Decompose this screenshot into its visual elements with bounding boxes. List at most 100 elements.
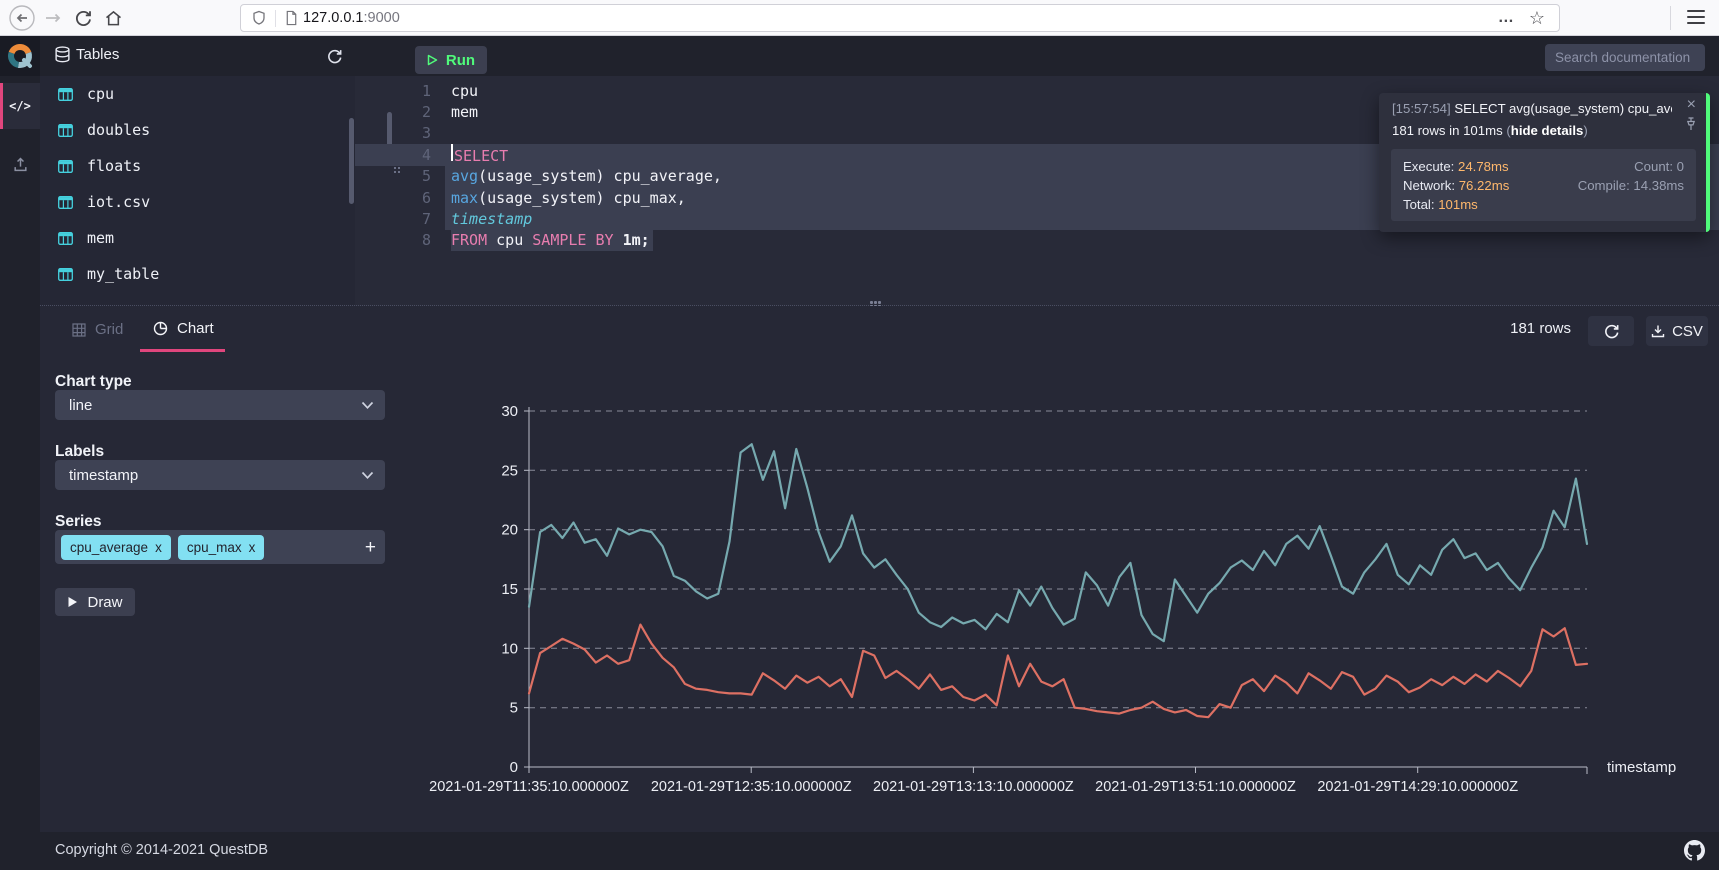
play-icon <box>67 596 78 608</box>
y-axis-label: 0 <box>510 759 518 776</box>
rows-count: 181 rows <box>1490 314 1571 344</box>
chart-type-select[interactable]: line <box>55 390 385 420</box>
labels-select[interactable]: timestamp <box>55 460 385 490</box>
table-row[interactable]: floats <box>40 148 355 184</box>
chip-remove-icon[interactable]: x <box>249 540 256 555</box>
url-port: :9000 <box>363 10 399 26</box>
table-icon <box>58 232 73 245</box>
page-icon[interactable] <box>284 10 299 26</box>
refresh-icon <box>1603 323 1620 340</box>
url-host: 127.0.0.1 <box>303 10 363 26</box>
text-caret <box>451 144 453 161</box>
x-axis-label: 2021-01-29T13:13:10.000000Z <box>873 779 1074 795</box>
x-axis-label: 2021-01-29T13:51:10.000000Z <box>1095 779 1296 795</box>
table-row[interactable]: iot.csv <box>40 184 355 220</box>
back-button[interactable] <box>8 4 36 32</box>
active-tab-underline <box>140 349 225 352</box>
table-name: my_table <box>87 265 159 283</box>
y-axis-label: 30 <box>501 403 518 420</box>
back-icon <box>8 4 36 32</box>
table-row[interactable]: my_table <box>40 256 355 292</box>
upload-icon <box>12 156 29 173</box>
line-number: 7 <box>355 208 445 229</box>
table-name: mem <box>87 229 114 247</box>
table-row[interactable]: doubles <box>40 112 355 148</box>
compile-value: 14.38ms <box>1633 178 1684 193</box>
home-icon <box>103 8 124 29</box>
x-axis-label: 2021-01-29T12:35:10.000000Z <box>651 779 852 795</box>
add-series-button[interactable]: + <box>365 538 376 557</box>
grid-icon <box>72 323 86 337</box>
copyright-text: Copyright © 2014-2021 QuestDB <box>55 842 268 858</box>
tab-chart[interactable]: Chart <box>153 320 214 337</box>
home-button[interactable] <box>102 7 124 29</box>
database-icon <box>54 46 71 63</box>
csv-button[interactable]: CSV <box>1646 316 1708 346</box>
series-box[interactable]: cpu_average x cpu_max x + <box>55 530 385 564</box>
table-icon <box>58 196 73 209</box>
notification-query: [15:57:54] SELECT avg(usage_system) cpu_… <box>1392 101 1672 116</box>
chip-remove-icon[interactable]: x <box>155 540 162 555</box>
chevron-down-icon <box>361 471 374 480</box>
chart-type-label: Chart type <box>55 373 132 391</box>
search-docs-input[interactable] <box>1545 44 1705 71</box>
url-bar[interactable]: 127.0.0.1:9000 … ☆ <box>240 4 1560 32</box>
notification-close-icon[interactable]: × <box>1687 97 1696 113</box>
tab-grid[interactable]: Grid <box>72 321 123 338</box>
table-icon <box>58 268 73 281</box>
page-actions-icon[interactable]: … <box>1498 9 1515 27</box>
sidebar-item-console[interactable]: </> <box>0 83 40 129</box>
shield-icon[interactable] <box>251 10 267 26</box>
github-link[interactable] <box>1684 840 1705 866</box>
table-row[interactable]: mem <box>40 220 355 256</box>
sidebar-item-import[interactable] <box>0 144 40 184</box>
line-number: 8 <box>355 230 445 251</box>
url-text[interactable]: 127.0.0.1:9000 <box>303 10 400 26</box>
reload-button[interactable] <box>72 7 94 29</box>
questdb-logo[interactable] <box>0 36 40 76</box>
series-chip[interactable]: cpu_max x <box>178 535 265 560</box>
pin-icon[interactable] <box>1685 117 1697 131</box>
forward-button[interactable] <box>42 7 64 29</box>
side-rail: </> <box>0 76 40 832</box>
table-row[interactable]: cpu <box>40 76 355 112</box>
x-axis-label: 2021-01-29T14:29:10.000000Z <box>1317 779 1518 795</box>
bookmark-star-icon[interactable]: ☆ <box>1529 8 1545 29</box>
menu-icon[interactable] <box>1687 10 1705 24</box>
code-line[interactable]: 8FROM cpu SAMPLE BY 1m; <box>355 230 1719 251</box>
refresh-results-button[interactable] <box>1588 316 1634 346</box>
forward-icon <box>42 7 64 29</box>
refresh-icon <box>326 48 343 65</box>
download-icon <box>1651 324 1665 338</box>
stats-left: Execute: 24.78ms Network: 76.22ms Total:… <box>1403 157 1509 213</box>
table-name: floats <box>87 157 141 175</box>
table-name: doubles <box>87 121 150 139</box>
table-name: cpu <box>87 85 114 103</box>
y-axis-label: 15 <box>501 581 518 598</box>
notification-time: [15:57:54] <box>1392 101 1451 116</box>
series-chip-label: cpu_average <box>70 540 148 555</box>
y-axis-label: 10 <box>501 640 518 657</box>
series-line-cpu_average <box>529 625 1587 718</box>
line-number: 1 <box>355 80 445 101</box>
hide-details-link[interactable]: hide details <box>1511 123 1584 138</box>
count-value: 0 <box>1677 159 1684 174</box>
line-number: 6 <box>355 187 445 208</box>
series-chip[interactable]: cpu_average x <box>61 535 171 560</box>
table-name: iot.csv <box>87 193 150 211</box>
total-value: 101ms <box>1438 197 1478 212</box>
results-chart: 0510152025302021-01-29T11:35:10.000000Z2… <box>380 356 1710 820</box>
run-button[interactable]: Run <box>415 46 487 74</box>
questdb-logo-icon <box>7 43 33 69</box>
line-number: 3 <box>355 123 445 144</box>
results-toolbar: Grid Chart 181 rows CSV <box>40 306 1719 352</box>
tables-scrollbar[interactable] <box>349 118 354 204</box>
series-chip-label: cpu_max <box>187 540 242 555</box>
line-number: 2 <box>355 101 445 122</box>
draw-button[interactable]: Draw <box>55 588 135 616</box>
refresh-tables-button[interactable] <box>322 45 346 67</box>
y-axis-label: 5 <box>510 700 518 717</box>
table-icon <box>58 160 73 173</box>
y-axis-label: 20 <box>501 522 518 539</box>
series-line-cpu_max <box>529 444 1587 641</box>
